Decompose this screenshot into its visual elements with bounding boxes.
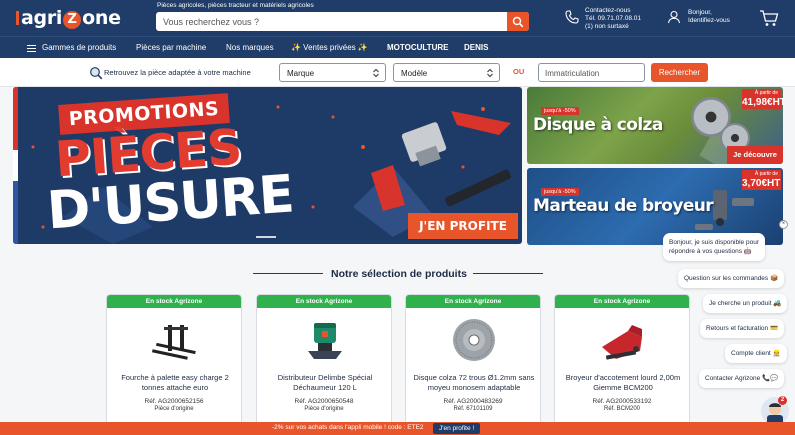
phone-icon — [565, 10, 579, 24]
promo-hero-banner[interactable]: PROMOTIONS PIÈCES D'USURE J'EN PROFITE — [13, 87, 522, 244]
chat-option-account[interactable]: Compte client 👷 — [725, 344, 787, 363]
contact-note: (1) non surtaxé — [585, 23, 629, 30]
nav-brands[interactable]: Nos marques — [226, 43, 274, 52]
seed-disc-image — [453, 319, 495, 361]
stock-badge: En stock Agrizone — [107, 295, 241, 308]
brand-select[interactable]: Marque — [279, 63, 386, 82]
contact-phone: Tél. 09.71.07.08.01 — [585, 15, 642, 22]
product-name[interactable]: Fourche à palette easy charge 2 tonnes a… — [113, 373, 237, 393]
nav-motoculture[interactable]: MOTOCULTURE — [387, 43, 448, 52]
main-nav: Gammes de produits Pièces par machine No… — [0, 36, 795, 58]
account-login: Identifiez-vous — [688, 17, 730, 24]
product-name[interactable]: Disque colza 72 trous Ø1.2mm sans moyeu … — [412, 373, 536, 393]
app-promo-banner: -2% sur vos achats dans l'appli mobile !… — [0, 422, 795, 435]
discount-badge: jusqu'à -50% — [541, 107, 579, 115]
stock-badge: En stock Agrizone — [555, 295, 689, 308]
logo-text-left: agri — [21, 7, 63, 29]
logo-pin — [16, 11, 19, 25]
part-finder-label: Retrouvez la pièce adaptée à votre machi… — [104, 68, 251, 77]
seed-distributor-image — [308, 323, 342, 359]
product-ref: Réf. AG2000483269 — [443, 398, 503, 405]
chat-greeting-line2: répondre à vos questions 🤖 — [669, 248, 752, 255]
price-tag: À partir de 3,70€HT — [742, 170, 781, 190]
contact-title: Contactez-nous — [585, 7, 631, 14]
price-prefix: À partir de — [754, 90, 778, 96]
nav-private-sales[interactable]: ✨ Ventes privées ✨ — [291, 43, 368, 52]
product-origin: Réf. 67101109 — [453, 406, 493, 412]
search-input[interactable] — [156, 12, 506, 31]
product-card[interactable]: En stock Agrizone Distributeur Delimbe S… — [256, 294, 392, 435]
model-select-value: Modèle — [401, 69, 428, 78]
section-divider-left — [253, 273, 323, 274]
tagline: Pièces agricoles, pièces tracteur et mat… — [157, 2, 314, 9]
logo-z: Z — [63, 11, 82, 29]
menu-icon[interactable] — [27, 45, 36, 52]
section-divider-right — [473, 273, 543, 274]
product-name[interactable]: Distributeur Delimbe Spécial Déchaumeur … — [263, 373, 387, 393]
carousel-indicator[interactable] — [256, 236, 276, 238]
chat-close-icon[interactable]: × — [779, 220, 788, 229]
search-icon — [512, 16, 524, 28]
chat-option-contact[interactable]: Contacter Agrizone 📞💬 — [699, 369, 785, 388]
stock-badge: En stock Agrizone — [406, 295, 540, 308]
flail-mower-image — [602, 325, 642, 360]
nav-parts-by-machine[interactable]: Pièces par machine — [136, 43, 206, 52]
account-greeting: Bonjour, — [688, 9, 712, 16]
product-card[interactable]: En stock Agrizone Disque colza 72 trous … — [405, 294, 541, 435]
app-promo-text: -2% sur vos achats dans l'appli mobile !… — [272, 424, 424, 431]
account-text: Bonjour, Identifiez-vous — [688, 9, 730, 25]
price-prefix: À partir de — [754, 171, 778, 177]
chat-option-product[interactable]: Je cherche un produit 🚜 — [703, 294, 788, 313]
section-title: Notre sélection de produits — [331, 268, 467, 280]
product-card[interactable]: En stock Agrizone Broyeur d'accotement l… — [554, 294, 690, 435]
brand-select-value: Marque — [287, 69, 315, 78]
product-name[interactable]: Broyeur d'accotement lourd 2,00m Giemme … — [561, 373, 685, 393]
plate-input[interactable]: Immatriculation — [538, 63, 645, 82]
contact-text: Contactez-nous Tél. 09.71.07.08.01 (1) n… — [585, 7, 641, 31]
product-origin: Pièce d'origine — [154, 406, 194, 412]
banner-disc[interactable]: jusqu'à -50% Disque à colza À partir de … — [527, 87, 783, 164]
discount-badge: jusqu'à -50% — [541, 188, 579, 196]
nav-product-ranges[interactable]: Gammes de produits — [42, 43, 116, 52]
hero-cta-button[interactable]: J'EN PROFITE — [408, 213, 518, 239]
cart-icon — [760, 10, 779, 26]
product-ref: Réf. AG2000650548 — [294, 398, 354, 405]
user-icon — [667, 10, 681, 24]
app-promo-button[interactable]: J'en profite ! — [433, 423, 481, 434]
price-value: 41,98€HT — [742, 97, 783, 108]
logo[interactable]: agri Zone — [16, 7, 121, 29]
part-finder-bar: Retrouvez la pièce adaptée à votre machi… — [0, 58, 795, 87]
search-button[interactable] — [507, 12, 529, 31]
updown-chevron-icon — [487, 68, 493, 78]
find-part-button[interactable]: Rechercher — [651, 63, 708, 82]
cart-button[interactable] — [759, 9, 779, 32]
discover-button[interactable]: Je découvre — [727, 146, 783, 164]
pallet-fork-image — [151, 325, 196, 360]
banner-title: Marteau de broyeur — [533, 196, 714, 216]
chat-option-returns[interactable]: Retours et facturation 💳 — [700, 319, 785, 338]
product-card[interactable]: En stock Agrizone Fourche à palette easy… — [106, 294, 242, 435]
nav-denis[interactable]: DENIS — [464, 43, 488, 52]
search-box — [156, 12, 529, 31]
chat-notification-badge: 2 — [778, 396, 787, 405]
updown-chevron-icon — [373, 68, 379, 78]
chat-option-orders[interactable]: Question sur les commandes 📦 — [678, 269, 785, 288]
part-search-icon — [90, 67, 103, 80]
price-value: 3,70€HT — [742, 178, 781, 189]
price-tag: À partir de 41,98€HT — [742, 89, 783, 109]
product-origin: Réf. BCM200 — [603, 406, 640, 412]
or-separator: OU — [513, 67, 525, 76]
chat-greeting-line1: Bonjour, je suis disponible pour — [669, 239, 759, 246]
chat-greeting: Bonjour, je suis disponible pour répondr… — [663, 233, 765, 261]
stock-badge: En stock Agrizone — [257, 295, 391, 308]
model-select[interactable]: Modèle — [393, 63, 500, 82]
product-ref: Réf. AG2000652156 — [144, 398, 204, 405]
logo-text-right: one — [82, 7, 121, 29]
product-ref: Réf. AG2000533192 — [592, 398, 652, 405]
top-header: agri Zone Pièces agricoles, pièces tracte… — [0, 0, 795, 36]
banner-title: Disque à colza — [533, 115, 663, 135]
product-origin: Pièce d'origine — [304, 406, 344, 412]
